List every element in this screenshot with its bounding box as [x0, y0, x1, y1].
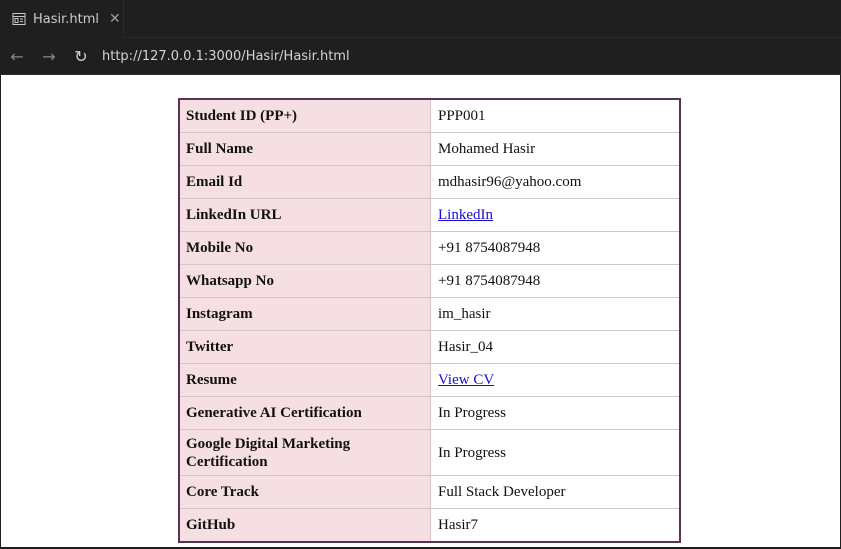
row-label: Core Track	[178, 475, 431, 509]
row-value-link[interactable]: LinkedIn	[438, 207, 493, 223]
row-label: Full Name	[178, 132, 431, 166]
row-value: Hasir7	[430, 508, 681, 543]
clipped-text-fragment	[141, 75, 301, 77]
table-row: Generative AI Certification In Progress	[178, 396, 681, 430]
student-info-table: Student ID (PP+) PPP001 Full Name Mohamed H…	[178, 98, 681, 543]
row-value: Full Stack Developer	[430, 475, 681, 509]
row-label: Student ID (PP+)	[178, 98, 431, 133]
browser-tab-bar: Hasir.html ✕	[0, 0, 841, 38]
row-value: +91 8754087948	[430, 264, 681, 298]
close-icon[interactable]: ✕	[109, 11, 121, 27]
row-value: PPP001	[430, 98, 681, 133]
reload-icon[interactable]: ↻	[70, 45, 92, 67]
row-label: Google Digital Marketing Certification	[178, 429, 431, 476]
row-label: Email Id	[178, 165, 431, 199]
back-arrow-icon[interactable]: ←	[6, 45, 28, 67]
tab-hasir-html[interactable]: Hasir.html ✕	[0, 0, 124, 38]
table-row: Twitter Hasir_04	[178, 330, 681, 364]
table-row: Email Id mdhasir96@yahoo.com	[178, 165, 681, 199]
address-bar-url[interactable]: http://127.0.0.1:3000/Hasir/Hasir.html	[102, 49, 350, 64]
table-row: Student ID (PP+) PPP001	[178, 98, 681, 133]
forward-arrow-icon[interactable]: →	[38, 45, 60, 67]
row-value-cell: LinkedIn	[430, 198, 681, 232]
row-label: Whatsapp No	[178, 264, 431, 298]
row-value: im_hasir	[430, 297, 681, 331]
row-label: Instagram	[178, 297, 431, 331]
table-row: Full Name Mohamed Hasir	[178, 132, 681, 166]
tab-title: Hasir.html	[33, 11, 100, 27]
table-row: Google Digital Marketing Certification In…	[178, 429, 681, 476]
row-value: In Progress	[430, 429, 681, 476]
row-value-link[interactable]: View CV	[438, 372, 494, 388]
table-row: Mobile No +91 8754087948	[178, 231, 681, 265]
page-viewport: Student ID (PP+) PPP001 Full Name Mohamed H…	[1, 75, 840, 547]
table-row: Core Track Full Stack Developer	[178, 475, 681, 509]
row-label: Twitter	[178, 330, 431, 364]
row-value: In Progress	[430, 396, 681, 430]
row-value: mdhasir96@yahoo.com	[430, 165, 681, 199]
table-row: GitHub Hasir7	[178, 508, 681, 543]
student-info-table-body: Student ID (PP+) PPP001 Full Name Mohamed H…	[178, 98, 681, 543]
row-value: Mohamed Hasir	[430, 132, 681, 166]
browser-navigation-bar: ← → ↻ http://127.0.0.1:3000/Hasir/Hasir.…	[0, 38, 841, 75]
row-label: LinkedIn URL	[178, 198, 431, 232]
row-label: Resume	[178, 363, 431, 397]
row-label: Mobile No	[178, 231, 431, 265]
row-value-cell: View CV	[430, 363, 681, 397]
table-row: Whatsapp No +91 8754087948	[178, 264, 681, 298]
table-row: Resume View CV	[178, 363, 681, 397]
row-value: Hasir_04	[430, 330, 681, 364]
row-value: +91 8754087948	[430, 231, 681, 265]
page-preview-icon	[12, 12, 26, 26]
row-label: Generative AI Certification	[178, 396, 431, 430]
table-row: LinkedIn URL LinkedIn	[178, 198, 681, 232]
row-label: GitHub	[178, 508, 431, 543]
table-row: Instagram im_hasir	[178, 297, 681, 331]
